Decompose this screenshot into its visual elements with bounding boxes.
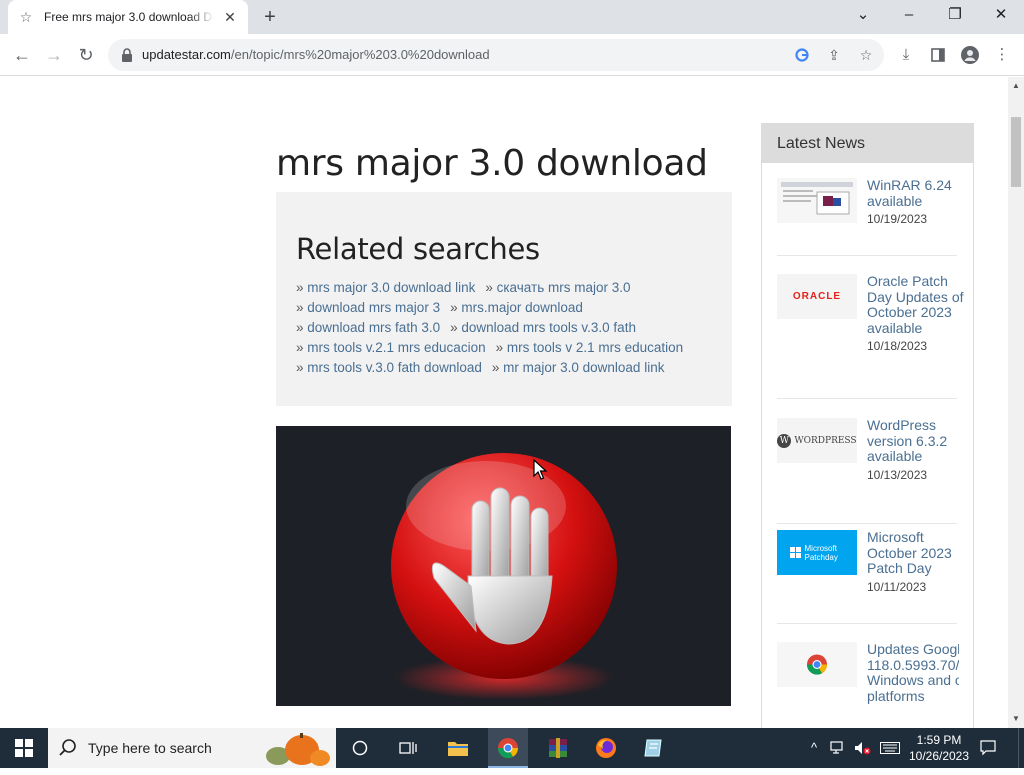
- news-date: 10/18/2023: [867, 339, 928, 353]
- pumpkins-icon: [266, 733, 330, 766]
- share-icon[interactable]: ⇪: [824, 45, 844, 65]
- show-hidden-icons-chevron-icon[interactable]: ^: [804, 728, 824, 768]
- news-title[interactable]: WordPress version 6.3.2 available: [867, 417, 967, 465]
- winrar-icon[interactable]: [540, 728, 576, 768]
- tab-title: Free mrs major 3.0 download Do: [44, 10, 214, 24]
- windows-taskbar: Type here to search ^ 1:59 PM 10/26/2023: [0, 728, 1024, 768]
- back-icon[interactable]: ←: [10, 43, 34, 67]
- clock-time: 1:59 PM: [916, 733, 962, 747]
- related-searches-box: Related searches mrs major 3.0 download …: [276, 192, 732, 406]
- related-link[interactable]: скачать mrs major 3.0: [485, 280, 630, 295]
- search-icon: [59, 739, 76, 756]
- profile-avatar-icon[interactable]: [960, 45, 980, 65]
- related-row: mrs tools v.3.0 fath download mr major 3.…: [296, 358, 693, 378]
- scroll-down-icon[interactable]: ▼: [1011, 714, 1021, 723]
- news-title[interactable]: WinRAR 6.24 available: [867, 177, 967, 209]
- browser-tab[interactable]: ☆ Free mrs major 3.0 download Do ✕: [8, 0, 248, 34]
- keyboard-icon[interactable]: [880, 728, 902, 768]
- volume-muted-icon[interactable]: [854, 728, 874, 768]
- news-title[interactable]: Oracle Patch Day Updates of October 2023…: [867, 273, 967, 336]
- news-thumbnail-winrar: [777, 178, 857, 223]
- side-panel-icon[interactable]: [928, 45, 948, 65]
- news-date: 10/13/2023: [867, 467, 928, 482]
- download-icon[interactable]: ⤓: [896, 45, 916, 65]
- bookmark-star-icon[interactable]: ☆: [856, 45, 876, 65]
- scrollbar-thumb[interactable]: [1011, 117, 1021, 187]
- lock-icon: [122, 48, 132, 62]
- related-link[interactable]: mrs tools v 2.1 mrs education: [496, 340, 684, 355]
- restore-button[interactable]: ❐: [932, 0, 978, 30]
- star-favicon-icon: ☆: [19, 9, 33, 25]
- stop-hand-icon: [391, 453, 617, 700]
- related-link[interactable]: mrs major 3.0 download link: [296, 280, 475, 295]
- related-row: download mrs major 3 mrs.major download: [296, 298, 693, 318]
- clock-date: 10/26/2023: [908, 749, 970, 763]
- taskbar-search-box[interactable]: Type here to search: [48, 728, 336, 768]
- page-title: mrs major 3.0 download: [276, 143, 708, 184]
- related-link[interactable]: mr major 3.0 download link: [492, 360, 665, 375]
- search-placeholder: Type here to search: [88, 740, 212, 756]
- stop-hand-hero-image: [276, 426, 731, 706]
- scroll-up-icon[interactable]: ▲: [1011, 81, 1021, 90]
- chrome-logo-icon: [806, 654, 828, 675]
- browser-toolbar: ← → ↻ updatestar.com/en/topic/mrs%20majo…: [0, 34, 1024, 76]
- show-desktop-button[interactable]: [1018, 728, 1024, 768]
- related-link[interactable]: download mrs tools v.3.0 fath: [450, 320, 636, 335]
- clock[interactable]: 1:59 PM 10/26/2023: [906, 728, 972, 768]
- reload-icon[interactable]: ↻: [74, 43, 98, 67]
- latest-news-panel: Latest News WinRAR 6.24 available 10/19/…: [761, 123, 974, 728]
- address-bar[interactable]: updatestar.com/en/topic/mrs%20major%203.…: [108, 39, 884, 71]
- network-icon[interactable]: [830, 728, 850, 768]
- related-link[interactable]: mrs.major download: [450, 300, 583, 315]
- close-window-button[interactable]: ✕: [978, 0, 1024, 30]
- task-view-icon[interactable]: [392, 728, 424, 768]
- tab-search-chevron-icon[interactable]: ⌄: [840, 0, 886, 30]
- news-thumbnail-microsoft: Microsoft Patchday: [777, 530, 857, 575]
- start-button[interactable]: [0, 728, 48, 768]
- chrome-taskbar-icon[interactable]: [488, 728, 528, 768]
- page-viewport: mrs major 3.0 download Related searches …: [0, 77, 1008, 728]
- mouse-cursor-icon: [533, 459, 547, 480]
- news-thumbnail-wordpress: W WORDPRESS: [777, 418, 857, 463]
- related-searches-list: mrs major 3.0 download link скачать mrs m…: [296, 278, 693, 378]
- app-icon[interactable]: [636, 728, 672, 768]
- news-thumbnail-chrome: [777, 642, 857, 687]
- cortana-icon[interactable]: [344, 728, 376, 768]
- minimize-button[interactable]: –: [886, 0, 932, 30]
- new-tab-button[interactable]: +: [258, 6, 282, 28]
- news-date: 10/19/2023: [867, 212, 928, 226]
- news-item[interactable]: WinRAR 6.24 available 10/19/2023: [777, 177, 957, 256]
- related-link[interactable]: mrs tools v.3.0 fath download: [296, 360, 482, 375]
- notification-icon[interactable]: [980, 728, 1004, 768]
- news-item[interactable]: ORACLE Oracle Patch Day Updates of Octob…: [777, 273, 964, 399]
- latest-news-heading: Latest News: [762, 124, 973, 163]
- forward-icon[interactable]: →: [42, 43, 66, 67]
- related-link[interactable]: download mrs major 3: [296, 300, 440, 315]
- news-thumbnail-oracle: ORACLE: [777, 274, 857, 319]
- close-tab-icon[interactable]: ✕: [222, 9, 238, 25]
- related-row: mrs tools v.2.1 mrs educacion mrs tools v…: [296, 338, 693, 358]
- related-row: download mrs fath 3.0 download mrs tools …: [296, 318, 693, 338]
- browser-tab-strip: ☆ Free mrs major 3.0 download Do ✕ + ⌄ –…: [0, 0, 1024, 34]
- file-explorer-icon[interactable]: [440, 728, 476, 768]
- firefox-icon[interactable]: [588, 728, 624, 768]
- url-text[interactable]: updatestar.com/en/topic/mrs%20major%203.…: [142, 47, 490, 62]
- news-title[interactable]: Updates Google Chrome 118.0.5993.70/.71 …: [867, 642, 959, 704]
- page-scrollbar[interactable]: ▲ ▼: [1008, 77, 1024, 728]
- menu-kebab-icon[interactable]: ⋮: [992, 45, 1012, 65]
- news-title[interactable]: Microsoft October 2023 Patch Day: [867, 529, 967, 577]
- windows-logo-icon: [15, 739, 33, 757]
- news-date: 10/11/2023: [867, 579, 927, 594]
- related-link[interactable]: download mrs fath 3.0: [296, 320, 440, 335]
- news-item[interactable]: Updates Google Chrome 118.0.5993.70/.71 …: [777, 642, 959, 728]
- news-item[interactable]: Microsoft Patchday Microsoft October 202…: [777, 529, 957, 624]
- related-link[interactable]: mrs tools v.2.1 mrs educacion: [296, 340, 486, 355]
- google-icon[interactable]: [792, 45, 812, 65]
- related-searches-heading: Related searches: [296, 232, 540, 266]
- related-row: mrs major 3.0 download link скачать mrs m…: [296, 278, 693, 298]
- news-item[interactable]: W WORDPRESS WordPress version 6.3.2 avail…: [777, 417, 957, 524]
